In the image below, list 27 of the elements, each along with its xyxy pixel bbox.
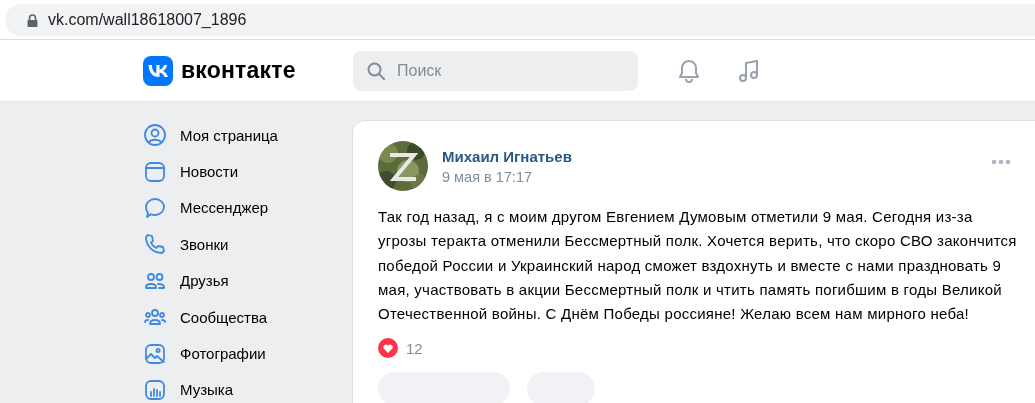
author-name[interactable]: Михаил Игнатьев	[442, 148, 572, 165]
address-bar[interactable]: vk.com/wall18618007_1896	[5, 4, 1035, 36]
phone-icon	[143, 232, 167, 257]
url-text: vk.com/wall18618007_1896	[48, 11, 247, 29]
sidebar-item[interactable]: Новости	[143, 153, 327, 190]
like-count: 12	[406, 340, 423, 357]
lock-icon	[27, 13, 38, 27]
music-icon	[143, 377, 167, 402]
sidebar-item[interactable]: Мессенджер	[143, 189, 327, 227]
sidebar-item[interactable]: Моя страница	[143, 117, 327, 154]
post-text: Так год назад, я с моим другом Евгением Думовым отметили 9 мая. Сегодня из-за угрозы теракта отменили Бессмертный полк. Хочется верить, что скоро СВО закончится победой России и Украинский народ сможет вздохнуть и вместе с нами праздновать 9 мая, участвовать в акции Бессмертный полк и чтить память погибшим в годы Великой Отечественной войны. С Днём Победы россияне! Желаю всем нам мирного неба!	[378, 207, 1018, 325]
sidebar-item[interactable]: Музыка	[143, 371, 327, 403]
logo-text: вконтакте	[181, 57, 296, 84]
search-icon	[367, 61, 385, 80]
news-icon	[143, 159, 167, 184]
image-icon	[143, 341, 167, 366]
speech-bubble-icon	[143, 195, 167, 220]
search-field[interactable]: Поиск	[353, 50, 638, 91]
more-icon[interactable]	[991, 159, 1011, 165]
sidebar-item[interactable]: Сообщества	[143, 298, 327, 336]
vk-logo-icon[interactable]	[143, 55, 173, 86]
sidebar-item[interactable]: Друзья	[143, 262, 327, 299]
sidebar-item[interactable]: Звонки	[143, 226, 327, 263]
bell-icon[interactable]	[676, 57, 702, 84]
sidebar-item[interactable]: Фотографии	[143, 335, 327, 372]
profile-icon	[143, 123, 167, 148]
post-date[interactable]: 9 мая в 17:17	[442, 169, 572, 185]
